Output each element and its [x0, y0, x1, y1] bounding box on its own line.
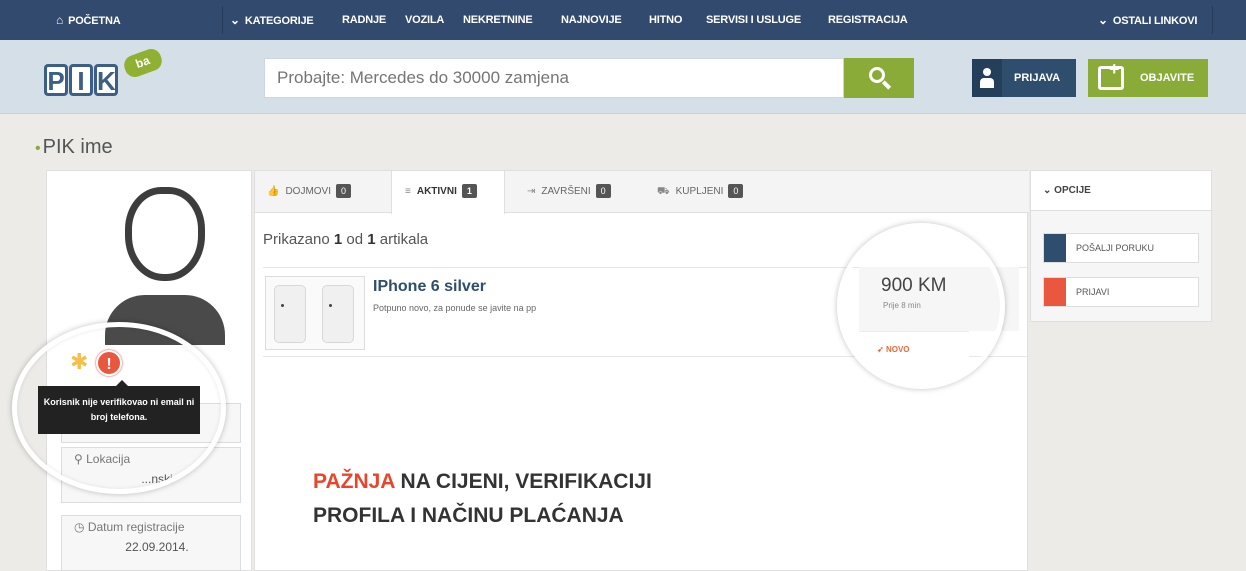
logo-letter: P — [44, 64, 68, 96]
results-count: Prikazano 1 od 1 artikala — [263, 231, 429, 248]
tab-bar: 👍 DOJMOVI 0 ≡ AKTIVNI 1 ⇥ ZAVRŠENI 0 ⛟ KUPLJENI… — [255, 171, 1029, 214]
nav-najnovije[interactable]: NAJNOVIJE — [561, 0, 622, 40]
verification-tooltip: Korisnik nije verifikovao ni email ni br… — [38, 380, 200, 434]
search-button[interactable] — [844, 58, 914, 98]
search-input[interactable] — [264, 58, 844, 98]
nav-nekretnine[interactable]: NEKRETNINE — [463, 0, 533, 40]
warning-text: PAŽNJA NA CIJENI, VERIFIKACIJI PROFILA I… — [313, 470, 652, 527]
tab-dojmovi[interactable]: 👍 DOJMOVI 0 — [267, 171, 352, 213]
tab-kupljeni[interactable]: ⛟ KUPLJENI 0 — [657, 171, 744, 213]
nav-home[interactable]: ⌂ POČETNA — [56, 0, 121, 40]
nav-radnje[interactable]: RADNJE — [342, 0, 386, 40]
logo-letter: K — [94, 64, 118, 96]
nav-vozila[interactable]: VOZILA — [405, 0, 444, 40]
item-thumbnail[interactable] — [265, 276, 365, 350]
alert-icon[interactable]: ! — [96, 350, 122, 376]
verification-star-icon[interactable]: ✱ — [70, 349, 88, 375]
login-button[interactable]: PRIJAVA — [972, 59, 1076, 97]
logo-badge: ba — [121, 46, 165, 80]
thumbs-up-icon: 👍 — [267, 186, 280, 197]
magnifier-highlight — [837, 223, 1005, 389]
list-icon: ≡ — [405, 186, 411, 197]
cart-icon: ⛟ — [657, 186, 670, 197]
report-icon — [1044, 278, 1066, 306]
nav-hitno[interactable]: HITNO — [649, 0, 682, 40]
home-icon: ⌂ — [56, 13, 64, 27]
chevron-down-icon: ⌄ — [1043, 185, 1055, 196]
user-icon — [972, 59, 1002, 97]
options-header[interactable]: ⌄ OPCIJE — [1031, 171, 1211, 211]
options-panel: ⌄ OPCIJE POŠALJI PORUKU PRIJAVI — [1030, 170, 1212, 322]
top-nav: ⌂ POČETNA ⌄ KATEGORIJE RADNJE VOZILA NEKRE… — [0, 0, 1246, 40]
nav-registracija[interactable]: REGISTRACIJA — [828, 0, 908, 40]
nav-divider — [1212, 6, 1213, 34]
nav-other-links[interactable]: ⌄ OSTALI LINKOVI — [1098, 0, 1197, 40]
nav-kategorije[interactable]: ⌄ KATEGORIJE — [230, 0, 314, 40]
clock-icon: ◷ — [74, 520, 88, 534]
item-description: Potpuno novo, za ponude se javite na pp — [373, 303, 537, 313]
page-title: • PIK ime — [35, 136, 113, 158]
nav-divider — [222, 6, 223, 34]
nav-servisi[interactable]: SERVISI I USLUGE — [706, 0, 801, 40]
add-listing-icon: + — [1098, 59, 1124, 90]
chevron-down-icon: ⌄ — [230, 13, 240, 27]
bullet-icon: • — [35, 140, 41, 157]
chevron-down-icon: ⌄ — [1098, 13, 1108, 27]
logo-letter: I — [69, 64, 93, 96]
avatar — [105, 187, 225, 345]
phone-image — [322, 285, 354, 343]
publish-button[interactable]: + OBJAVITE — [1088, 59, 1208, 97]
phone-image — [274, 285, 306, 343]
registration-box: ◷ Datum registracije 22.09.2014. — [61, 515, 241, 571]
listings-panel: 👍 DOJMOVI 0 ≡ AKTIVNI 1 ⇥ ZAVRŠENI 0 ⛟ KUPLJENI… — [254, 170, 1029, 571]
item-title[interactable]: IPhone 6 silver — [373, 278, 486, 296]
send-message-button[interactable]: POŠALJI PORUKU — [1043, 233, 1199, 263]
tab-aktivni[interactable]: ≡ AKTIVNI 1 — [391, 171, 505, 214]
tab-zavrseni[interactable]: ⇥ ZAVRŠENI 0 — [527, 171, 611, 213]
envelope-icon — [1044, 234, 1066, 262]
sign-out-icon: ⇥ — [527, 186, 536, 197]
report-button[interactable]: PRIJAVI — [1043, 277, 1199, 307]
logo[interactable]: PIK ba — [44, 46, 165, 100]
